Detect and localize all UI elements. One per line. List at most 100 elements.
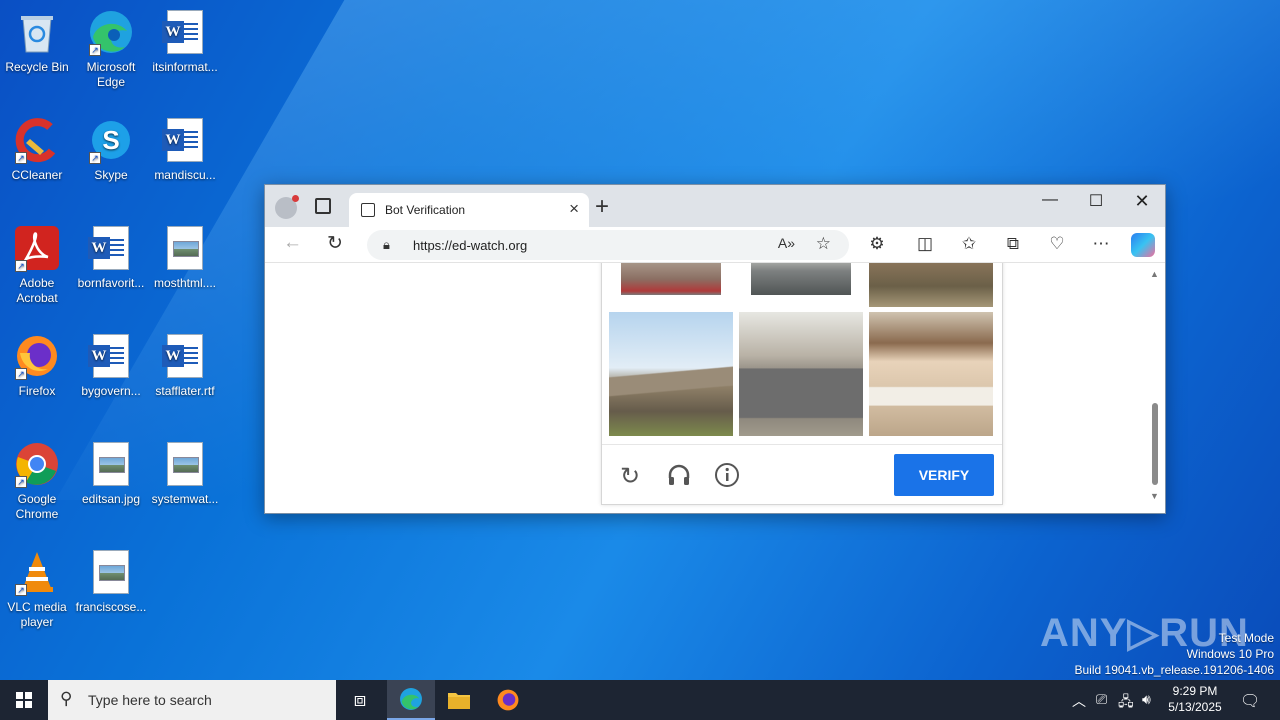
scrollbar-thumb[interactable] (1152, 403, 1158, 485)
notification-center-icon[interactable]: 🗨︎ (1240, 691, 1260, 711)
task-view-button[interactable]: ⧈ (336, 680, 384, 720)
collections-icon[interactable]: ⧉ (1001, 234, 1025, 254)
desktop-icon-mandiscu[interactable]: W mandiscu... (148, 116, 222, 183)
clock-date: 5/13/2025 (1168, 700, 1222, 714)
desktop-icon-label: VLC media player (7, 600, 67, 629)
desktop-icon-stafflater[interactable]: W stafflater.rtf (148, 332, 222, 399)
desktop-icon-bornfavorit[interactable]: W bornfavorit... (74, 224, 148, 291)
desktop-icon-itsinformat[interactable]: W itsinformat... (148, 8, 222, 75)
verify-button[interactable]: VERIFY (894, 454, 994, 496)
desktop-icon-firefox[interactable]: ↗ Firefox (0, 332, 74, 399)
audio-challenge-icon[interactable] (666, 462, 692, 495)
desktop-icon-ccleaner[interactable]: ↗ CCleaner (0, 116, 74, 183)
page-scrollbar[interactable]: ▲ ▼ (1149, 263, 1163, 513)
word-doc-icon: W (161, 8, 209, 56)
desktop-icon-mosthtml[interactable]: mosthtml.... (148, 224, 222, 291)
tab-bar: Bot Verification × + — ☐ ✕ (265, 185, 1165, 227)
meet-now-icon[interactable]: ⎚ (1096, 691, 1107, 708)
reload-challenge-icon[interactable]: ↻ (620, 462, 640, 491)
desktop-icon-label: CCleaner (11, 168, 63, 182)
os-edition-text: Windows 10 Pro (1186, 647, 1274, 661)
minimize-button[interactable]: — (1027, 191, 1073, 209)
profile-avatar-icon[interactable] (275, 195, 299, 219)
windows-logo-icon (16, 692, 32, 708)
refresh-button[interactable]: ↻ (327, 232, 343, 255)
edge-icon (400, 688, 422, 710)
split-screen-icon[interactable]: ◫ (913, 234, 937, 254)
search-placeholder: Type here to search (88, 692, 212, 708)
more-menu-icon[interactable]: ⋯ (1089, 234, 1113, 254)
taskbar-edge-button[interactable] (387, 680, 435, 720)
desktop-icon-skype[interactable]: S ↗ Skype (74, 116, 148, 183)
desktop-icon-label: bornfavorit... (77, 276, 145, 290)
desktop-icon-label: Firefox (18, 384, 56, 398)
back-button[interactable]: ← (283, 232, 302, 254)
taskbar-file-explorer-button[interactable] (435, 680, 483, 720)
lock-icon[interactable]: 🔒︎ (383, 237, 390, 253)
shortcut-arrow-icon: ↗ (15, 476, 27, 488)
ccleaner-icon: ↗ (13, 116, 61, 164)
favorites-icon[interactable]: ✩ (957, 234, 981, 254)
captcha-image-balcony[interactable] (868, 311, 994, 437)
captcha-image-car-on-road[interactable] (750, 263, 852, 296)
shortcut-arrow-icon: ↗ (89, 44, 101, 56)
captcha-image-car-house[interactable] (738, 311, 864, 437)
recycle-bin-icon (13, 8, 61, 56)
image-file-icon (161, 224, 209, 272)
show-hidden-icons-chevron-icon[interactable]: ︿ (1072, 691, 1086, 711)
desktop-icon-microsoft-edge[interactable]: ↗ Microsoft Edge (74, 8, 148, 90)
volume-icon[interactable]: 🔊︎ (1142, 691, 1151, 708)
captcha-image-road[interactable] (620, 263, 722, 296)
address-bar[interactable]: 🔒︎ https://ed-watch.org A» ☆ (367, 230, 849, 260)
new-tab-button[interactable]: + (595, 193, 609, 221)
image-file-icon (87, 440, 135, 488)
desktop-icon-label: itsinformat... (152, 60, 218, 74)
close-window-button[interactable]: ✕ (1119, 191, 1165, 212)
desktop-icon-franciscose[interactable]: franciscose... (74, 548, 148, 615)
browser-essentials-icon[interactable]: ♡ (1045, 234, 1069, 254)
desktop-icon-systemwat[interactable]: systemwat... (148, 440, 222, 507)
read-aloud-icon[interactable]: A» (778, 235, 795, 251)
desktop-icon-google-chrome[interactable]: ↗ Google Chrome (0, 440, 74, 522)
build-text: Build 19041.vb_release.191206-1406 (1074, 663, 1275, 677)
scroll-up-arrow-icon[interactable]: ▲ (1150, 269, 1159, 279)
extensions-icon[interactable]: ⚙ (865, 234, 889, 254)
image-file-icon (161, 440, 209, 488)
captcha-image-tree[interactable] (868, 263, 994, 308)
folder-icon (448, 693, 470, 709)
start-button[interactable] (0, 680, 48, 720)
network-icon[interactable]: 🖧︎ (1118, 691, 1134, 715)
favorite-star-icon[interactable]: ☆ (816, 234, 831, 254)
desktop-icon-label: stafflater.rtf (155, 384, 215, 398)
info-icon[interactable] (714, 462, 740, 495)
taskbar-clock[interactable]: 9:29 PM 5/13/2025 (1160, 683, 1230, 715)
desktop-icon-label: systemwat... (151, 492, 219, 506)
desktop-icon-recycle-bin[interactable]: Recycle Bin (0, 8, 74, 75)
copilot-icon[interactable] (1131, 233, 1155, 257)
desktop-icon-label: bygovern... (81, 384, 141, 398)
url-text[interactable]: https://ed-watch.org (413, 238, 527, 253)
desktop-icon-label: mosthtml.... (153, 276, 216, 290)
desktop-icon-vlc[interactable]: ↗ VLC media player (0, 548, 74, 630)
desktop-icon-bygovern[interactable]: W bygovern... (74, 332, 148, 399)
scroll-down-arrow-icon[interactable]: ▼ (1150, 491, 1159, 501)
edge-icon: ↗ (87, 8, 135, 56)
skype-icon: S ↗ (87, 116, 135, 164)
desktop-icon-label: Adobe Acrobat (16, 276, 58, 305)
taskbar-search-box[interactable]: ⚲ Type here to search (48, 680, 336, 720)
maximize-button[interactable]: ☐ (1073, 191, 1119, 211)
close-tab-icon[interactable]: × (569, 199, 579, 219)
svg-text:S: S (102, 125, 119, 155)
tab-bot-verification[interactable]: Bot Verification × (349, 193, 589, 227)
desktop-icon-adobe-acrobat[interactable]: ↗ Adobe Acrobat (0, 224, 74, 306)
firefox-icon: ↗ (13, 332, 61, 380)
word-doc-icon: W (161, 116, 209, 164)
captcha-image-bridge[interactable] (608, 311, 734, 437)
shortcut-arrow-icon: ↗ (15, 368, 27, 380)
desktop-icon-editsan[interactable]: editsan.jpg (74, 440, 148, 507)
page-favicon-icon (361, 203, 375, 217)
tab-title: Bot Verification (385, 203, 466, 217)
tab-actions-icon[interactable] (315, 198, 331, 214)
taskbar-firefox-button[interactable] (484, 680, 532, 720)
word-doc-icon: W (87, 224, 135, 272)
